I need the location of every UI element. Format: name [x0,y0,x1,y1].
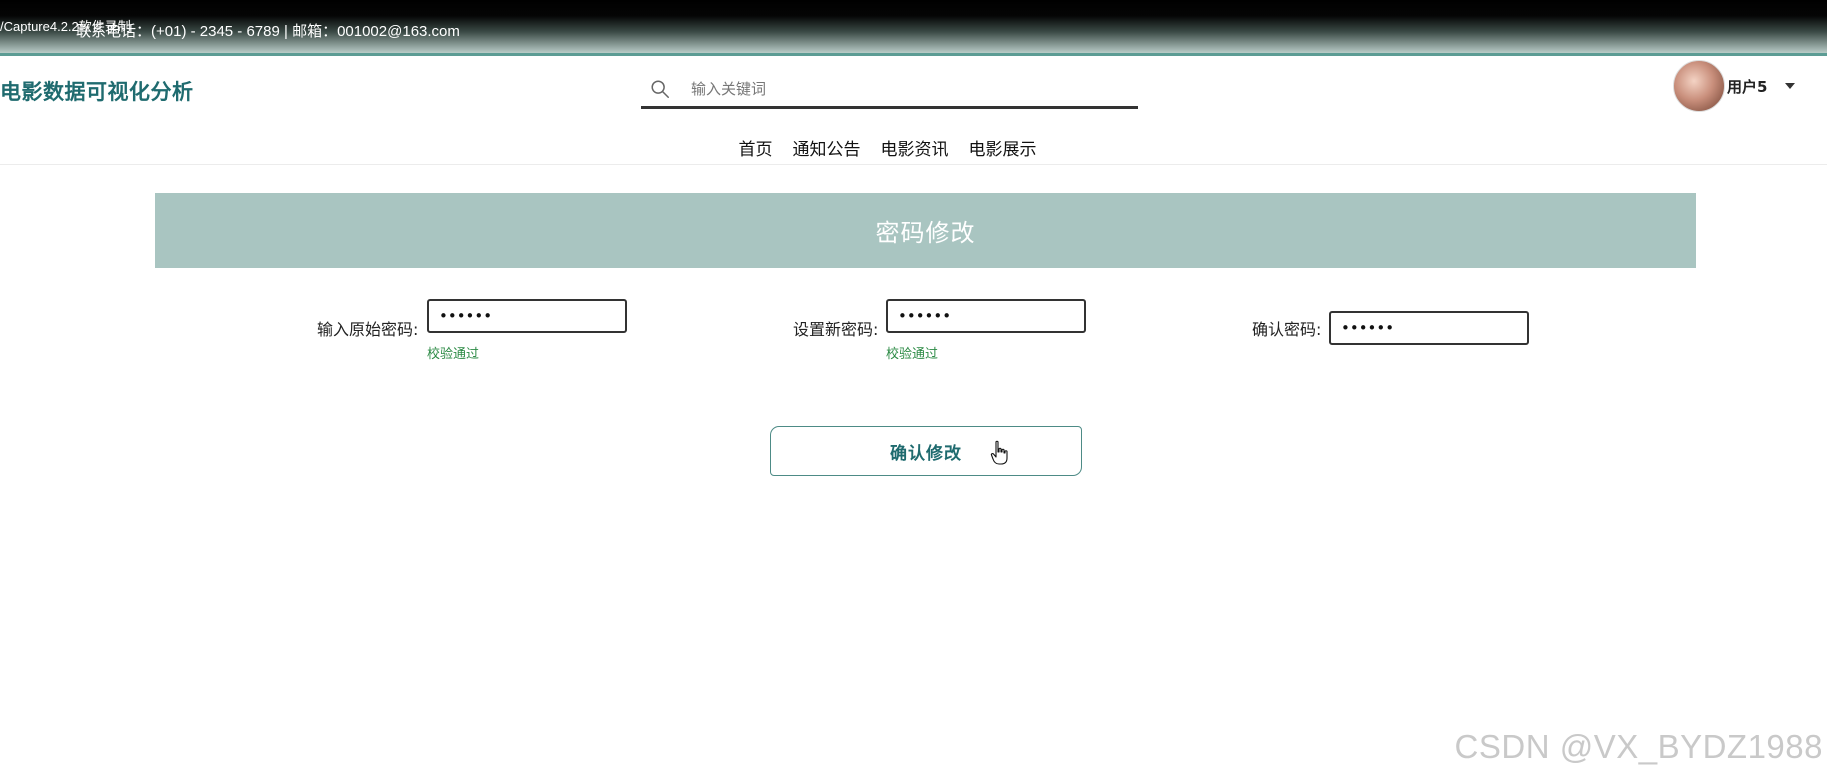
avatar[interactable] [1673,60,1725,112]
page-banner: 密码修改 [155,193,1696,268]
main-nav: 首页 通知公告 电影资讯 电影展示 [0,130,1827,165]
nav-item-home[interactable]: 首页 [729,135,783,160]
new-password-field[interactable] [886,299,1086,333]
contact-info: 联系电话：(+01) - 2345 - 6789 | 邮箱：001002@163… [76,23,460,40]
old-password-field[interactable] [427,299,627,333]
chevron-down-icon[interactable] [1785,83,1796,89]
search-bar [641,72,1138,109]
new-password-validation: 校验通过 [886,347,939,362]
watermark: CSDN @VX_BYDZ1988 [1454,728,1823,765]
nav-item-movie-news[interactable]: 电影资讯 [871,135,959,160]
user-menu[interactable]: 用户5 [1673,60,1796,112]
confirm-change-label: 确认修改 [890,443,962,464]
top-contact-bar: 联系电话：(+01) - 2345 - 6789 | 邮箱：001002@163… [0,0,1827,56]
hand-cursor-icon [990,440,1008,465]
confirm-password-field[interactable] [1329,311,1529,345]
site-title[interactable]: 电影数据可视化分析 [0,76,194,106]
capture-overlay-label: /Capture4.2.2软件录制 [0,19,131,34]
confirm-change-button[interactable]: 确认修改 [770,426,1082,476]
old-password-validation: 校验通过 [427,347,480,362]
old-password-label: 输入原始密码: [317,320,419,339]
search-icon[interactable] [649,78,671,100]
new-password-label: 设置新密码: [793,320,879,339]
page-title: 密码修改 [875,219,976,247]
nav-item-movie-showcase[interactable]: 电影展示 [959,135,1047,160]
nav-item-notices[interactable]: 通知公告 [783,135,871,160]
confirm-password-label: 确认密码: [1252,320,1322,339]
username[interactable]: 用户5 [1727,76,1767,97]
search-input[interactable] [689,74,1133,104]
